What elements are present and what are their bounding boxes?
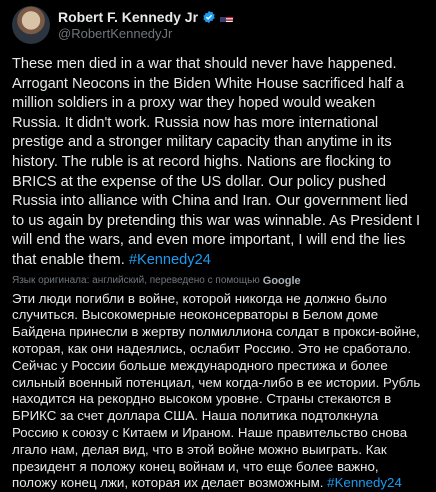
us-flag-icon xyxy=(220,13,234,22)
author-info: Robert F. Kennedy Jr @RobertKennedyJr xyxy=(58,9,234,41)
google-logo: Google xyxy=(262,274,301,287)
verified-badge-icon xyxy=(203,10,215,24)
avatar[interactable] xyxy=(12,6,50,44)
translated-text: Эти люди погибли в войне, которой никогд… xyxy=(12,291,424,492)
author-display-name[interactable]: Robert F. Kennedy Jr xyxy=(58,9,198,25)
translation-note-text: Язык оригинала: английский, переведено с… xyxy=(12,275,260,287)
translated-body: Эти люди погибли в войне, которой никогд… xyxy=(12,290,421,491)
translated-hashtag[interactable]: #Kennedy24 xyxy=(327,475,402,490)
name-row: Robert F. Kennedy Jr xyxy=(58,9,234,25)
post-text: These men died in a war that should neve… xyxy=(12,55,424,271)
tweet-header: Robert F. Kennedy Jr @RobertKennedyJr xyxy=(12,6,424,44)
author-handle[interactable]: @RobertKennedyJr xyxy=(58,26,233,41)
post-body: These men died in a war that should neve… xyxy=(12,56,421,268)
post-hashtag[interactable]: #Kennedy24 xyxy=(129,252,211,268)
translation-note: Язык оригинала: английский, переведено с… xyxy=(12,275,424,287)
tweet: Robert F. Kennedy Jr @RobertKennedyJr Th… xyxy=(0,0,436,490)
